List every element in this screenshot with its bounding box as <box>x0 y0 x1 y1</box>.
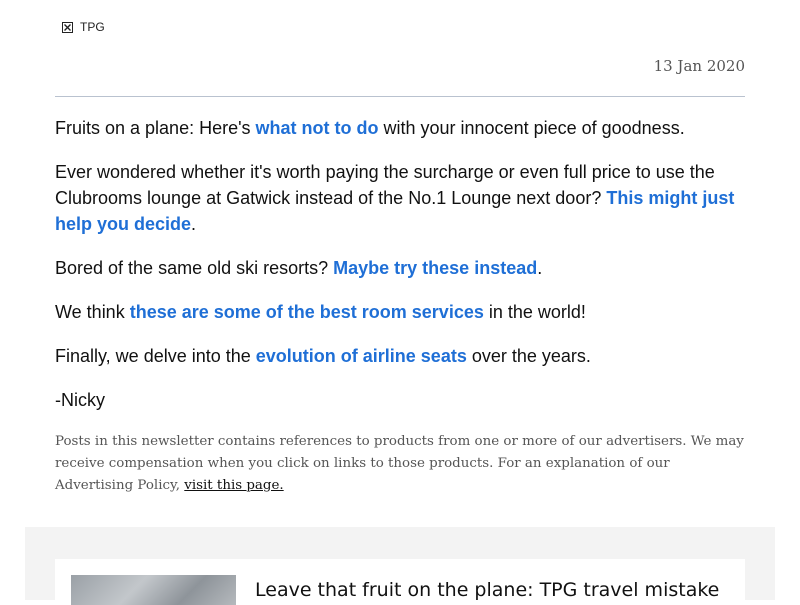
link-evolution-airline-seats[interactable]: evolution of airline seats <box>256 346 467 366</box>
newsletter-body: Fruits on a plane: Here's what not to do… <box>55 115 745 431</box>
issue-date: 13 Jan 2020 <box>653 57 745 75</box>
paragraph-room-service: We think these are some of the best room… <box>55 302 586 322</box>
newsletter-header: TPG <box>62 20 105 34</box>
paragraph-fruits: Fruits on a plane: Here's what not to do… <box>55 118 685 138</box>
link-best-room-services[interactable]: these are some of the best room services <box>130 302 484 322</box>
broken-image-icon <box>62 21 73 33</box>
paragraph-lounge: Ever wondered whether it's worth paying … <box>55 162 735 234</box>
paragraph-ski: Bored of the same old ski resorts? Maybe… <box>55 258 543 278</box>
link-what-not-to-do[interactable]: what not to do <box>256 118 379 138</box>
link-advertising-policy[interactable]: visit this page. <box>184 478 283 493</box>
article-thumbnail[interactable] <box>71 575 236 605</box>
article-title[interactable]: Leave that fruit on the plane: TPG trave… <box>255 579 719 601</box>
paragraph-airline-seats: Finally, we delve into the evolution of … <box>55 346 591 366</box>
advertiser-disclaimer: Posts in this newsletter contains refere… <box>55 434 744 493</box>
signoff: -Nicky <box>55 390 105 410</box>
logo-alt-text: TPG <box>80 20 105 34</box>
header-divider <box>55 96 745 97</box>
link-try-these-instead[interactable]: Maybe try these instead <box>333 258 537 278</box>
